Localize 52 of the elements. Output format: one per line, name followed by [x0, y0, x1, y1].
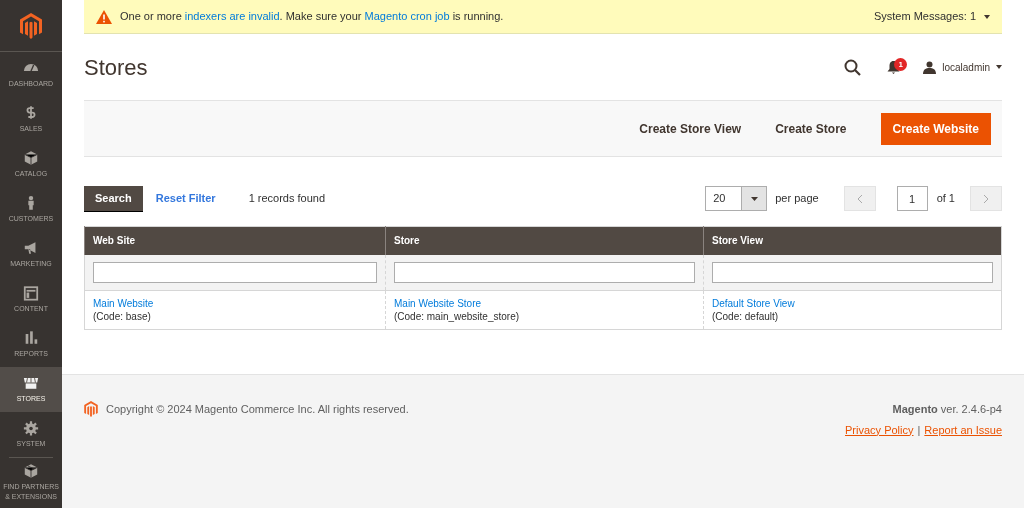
copyright-text: Copyright © 2024 Magento Commerce Inc. All rights reserved. [106, 402, 409, 417]
caret-icon [750, 196, 758, 201]
warning-icon [96, 9, 112, 24]
message-text: One or more indexers are invalid. Make sure your Magento cron job is running. [120, 9, 504, 25]
store-link[interactable]: Default Store View [712, 297, 795, 310]
action-button[interactable]: Create Store View [622, 112, 759, 145]
records-count: 1 records found [248, 191, 326, 207]
filter-field[interactable] [394, 261, 695, 283]
column-header[interactable]: Store View [703, 226, 1002, 255]
chevron-right-icon [983, 193, 989, 204]
per-page-label: per page [775, 191, 819, 207]
layout-icon [23, 285, 39, 301]
code-text: (Code: base) [93, 310, 151, 323]
code-text: (Code: main_website_store) [394, 310, 520, 323]
user-menu[interactable]: localadmin [923, 59, 1002, 75]
column-header[interactable]: Store [385, 226, 704, 255]
page-total: of 1 [936, 191, 955, 207]
search-button[interactable]: Search [84, 186, 143, 211]
filter-field[interactable] [712, 261, 993, 283]
filter-field[interactable] [93, 261, 377, 283]
logo-icon [84, 401, 98, 417]
storefront-icon [23, 375, 39, 391]
caret-icon [984, 14, 990, 19]
logo-icon[interactable] [20, 12, 42, 39]
message-link[interactable]: indexers are invalid [184, 10, 280, 23]
user-icon [923, 60, 937, 74]
box-icon [23, 150, 39, 166]
system-messages-toggle[interactable]: System Messages: 1 [873, 8, 990, 25]
version-text: Magento ver. 2.4.6-p4 [892, 402, 1002, 417]
separator-text: | [917, 422, 921, 438]
page-title: Stores [84, 53, 148, 82]
action-button[interactable]: Create Store [758, 112, 864, 145]
caret-icon [996, 65, 1002, 69]
page-field[interactable]: 1 [896, 186, 928, 211]
footer-link[interactable]: Privacy Policy [845, 421, 914, 438]
gear-icon [23, 420, 39, 436]
store-link[interactable]: Main Website [93, 297, 154, 310]
chevron-left-icon [856, 193, 863, 204]
search-icon[interactable] [844, 58, 862, 76]
previous-page-button[interactable] [843, 186, 876, 211]
store-link[interactable]: Main Website Store [394, 297, 482, 310]
per-page-select[interactable]: 20 [705, 186, 768, 211]
footer-link[interactable]: Report an Issue [924, 421, 1002, 438]
box-icon [23, 462, 39, 479]
message-link[interactable]: Magento cron job [364, 10, 450, 23]
primary-button[interactable]: Create Website [880, 112, 991, 145]
column-header[interactable]: Web Site [84, 226, 386, 255]
reset-filter-link[interactable]: Reset Filter [155, 190, 216, 207]
code-text: (Code: default) [712, 310, 779, 323]
bar-chart-icon [23, 330, 39, 346]
next-page-button[interactable] [970, 186, 1002, 211]
notification-badge: 1 [894, 58, 908, 71]
